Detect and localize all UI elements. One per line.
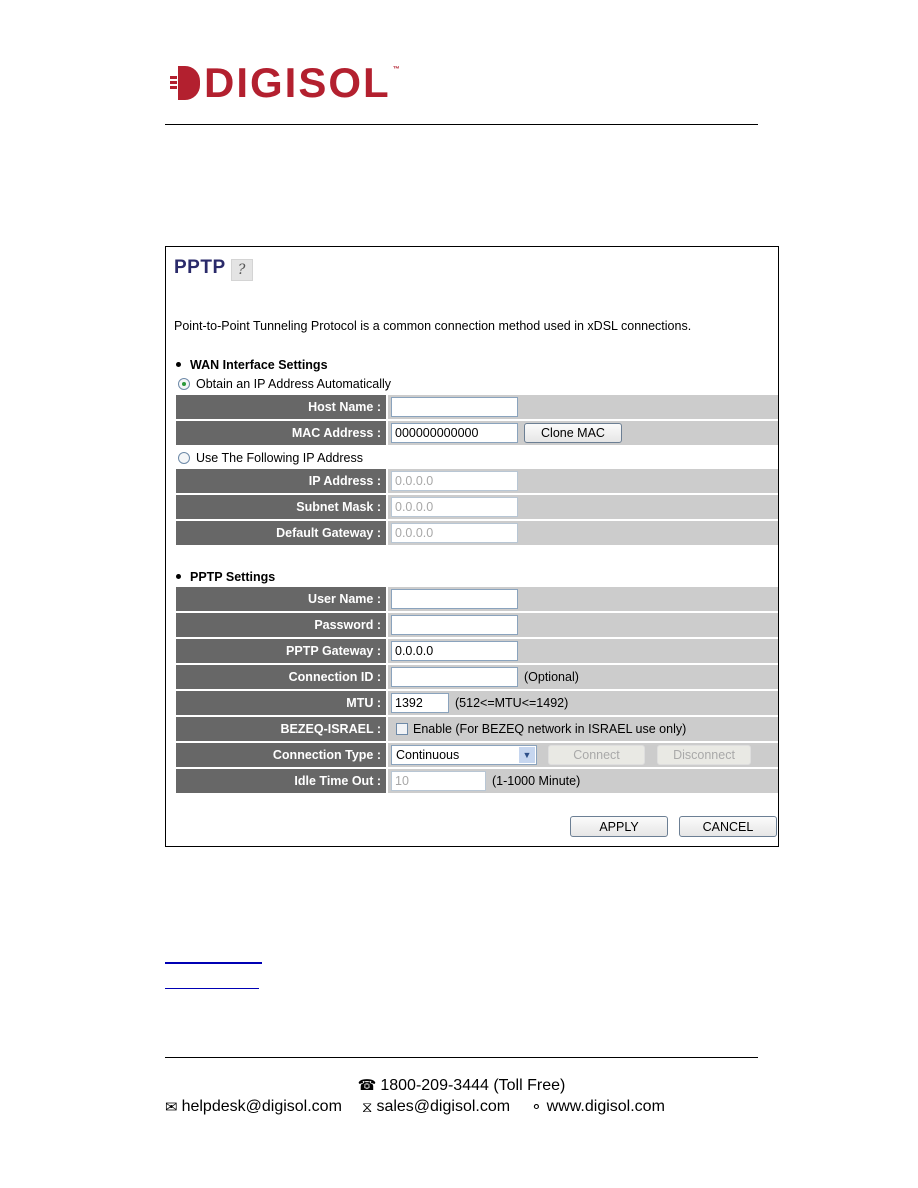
host-name-input[interactable] [391, 397, 518, 417]
bezeq-israel-row: BEZEQ-ISRAEL : Enable (For BEZEQ network… [176, 717, 778, 741]
idle-time-out-input[interactable]: 10 [391, 771, 486, 791]
idle-time-out-row: Idle Time Out : 10 (1-1000 Minute) [176, 769, 778, 793]
header-divider [165, 124, 758, 125]
hourglass-icon: ⧖ [361, 1098, 373, 1116]
connection-type-label: Connection Type : [176, 743, 386, 767]
user-name-input[interactable] [391, 589, 518, 609]
footer-contacts-line: ✉ helpdesk@digisol.com ⧖ sales@digisol.com… [165, 1098, 758, 1116]
connect-button[interactable]: Connect [548, 745, 645, 765]
bullet-icon [176, 574, 181, 580]
user-name-label: User Name : [176, 587, 386, 611]
footer-phone: 1800-209-3444 (Toll Free) [380, 1077, 566, 1094]
link-1[interactable] [165, 962, 262, 964]
description-text: Point-to-Point Tunneling Protocol is a c… [174, 319, 692, 333]
use-static-ip-option[interactable]: Use The Following IP Address [178, 451, 363, 465]
bezeq-israel-label: BEZEQ-ISRAEL : [176, 717, 386, 741]
mac-address-input[interactable]: 000000000000 [391, 423, 518, 443]
digisol-logo: DIGISOL ™ [170, 59, 400, 106]
link-2[interactable] [165, 988, 259, 989]
pptp-section-title: PPTP Settings [190, 570, 276, 584]
bezeq-enable-checkbox[interactable] [396, 723, 408, 735]
subnet-mask-input[interactable]: 0.0.0.0 [391, 497, 518, 517]
subnet-mask-label: Subnet Mask : [176, 495, 386, 519]
password-input[interactable] [391, 615, 518, 635]
phone-icon: ☎ [357, 1077, 377, 1094]
default-gateway-input[interactable]: 0.0.0.0 [391, 523, 518, 543]
footer-helpdesk-email: helpdesk@digisol.com [181, 1098, 342, 1115]
connection-type-value: Continuous [396, 748, 460, 762]
connection-type-row: Connection Type : Continuous ▼ Connect D… [176, 743, 778, 767]
password-label: Password : [176, 613, 386, 637]
cancel-button[interactable]: CANCEL [679, 816, 777, 837]
default-gateway-label: Default Gateway : [176, 521, 386, 545]
connection-type-select[interactable]: Continuous ▼ [391, 745, 537, 765]
footer-phone-line: ☎ 1800-209-3444 (Toll Free) [165, 1076, 758, 1095]
mtu-input[interactable]: 1392 [391, 693, 449, 713]
wan-section-title: WAN Interface Settings [190, 358, 328, 372]
pptp-gateway-input[interactable]: 0.0.0.0 [391, 641, 518, 661]
mac-address-row: MAC Address : 000000000000 Clone MAC [176, 421, 778, 445]
pptp-gateway-label: PPTP Gateway : [176, 639, 386, 663]
mtu-hint: (512<=MTU<=1492) [455, 696, 569, 710]
idle-time-out-hint: (1-1000 Minute) [492, 774, 581, 788]
footer-sales-email: sales@digisol.com [376, 1098, 511, 1115]
connection-id-label: Connection ID : [176, 665, 386, 689]
pptp-gateway-row: PPTP Gateway : 0.0.0.0 [176, 639, 778, 663]
trademark-symbol: ™ [392, 66, 400, 73]
help-icon[interactable]: ? [230, 259, 253, 281]
bullet-icon [176, 362, 181, 368]
footer-divider [165, 1057, 758, 1058]
wan-section-heading: WAN Interface Settings [176, 358, 328, 372]
pptp-section-heading: PPTP Settings [176, 570, 275, 584]
envelope-icon: ✉ [165, 1099, 178, 1116]
ip-address-input[interactable]: 0.0.0.0 [391, 471, 518, 491]
disconnect-button[interactable]: Disconnect [657, 745, 751, 765]
default-gateway-row: Default Gateway : 0.0.0.0 [176, 521, 778, 545]
logo-text: DIGISOL [204, 59, 391, 106]
obtain-ip-auto-label: Obtain an IP Address Automatically [196, 377, 392, 391]
apply-button[interactable]: APPLY [570, 816, 668, 837]
mac-address-label: MAC Address : [176, 421, 386, 445]
bezeq-enable-label: Enable (For BEZEQ network in ISRAEL use … [413, 722, 687, 736]
form-actions: APPLY CANCEL [570, 816, 777, 837]
use-static-ip-label: Use The Following IP Address [196, 451, 363, 465]
logo-mark-icon [170, 66, 200, 100]
ip-address-label: IP Address : [176, 469, 386, 493]
footer-website: www.digisol.com [546, 1098, 665, 1115]
host-name-row: Host Name : [176, 395, 778, 419]
mtu-label: MTU : [176, 691, 386, 715]
clone-mac-button[interactable]: Clone MAC [524, 423, 622, 443]
page-title: PPTP [174, 257, 226, 278]
subnet-mask-row: Subnet Mask : 0.0.0.0 [176, 495, 778, 519]
radio-use-static-ip[interactable] [178, 452, 190, 464]
user-name-row: User Name : [176, 587, 778, 611]
radio-obtain-ip-auto[interactable] [178, 378, 190, 390]
host-name-label: Host Name : [176, 395, 386, 419]
connection-id-hint: (Optional) [524, 670, 579, 684]
ip-address-row: IP Address : 0.0.0.0 [176, 469, 778, 493]
chevron-down-icon[interactable]: ▼ [519, 747, 535, 763]
connection-id-row: Connection ID : (Optional) [176, 665, 778, 689]
mtu-row: MTU : 1392 (512<=MTU<=1492) [176, 691, 778, 715]
obtain-ip-auto-option[interactable]: Obtain an IP Address Automatically [178, 377, 391, 391]
globe-icon: ⚬ [530, 1099, 543, 1116]
idle-time-out-label: Idle Time Out : [176, 769, 386, 793]
password-row: Password : [176, 613, 778, 637]
pptp-settings-panel: PPTP ? Point-to-Point Tunneling Protocol… [165, 246, 779, 847]
connection-id-input[interactable] [391, 667, 518, 687]
